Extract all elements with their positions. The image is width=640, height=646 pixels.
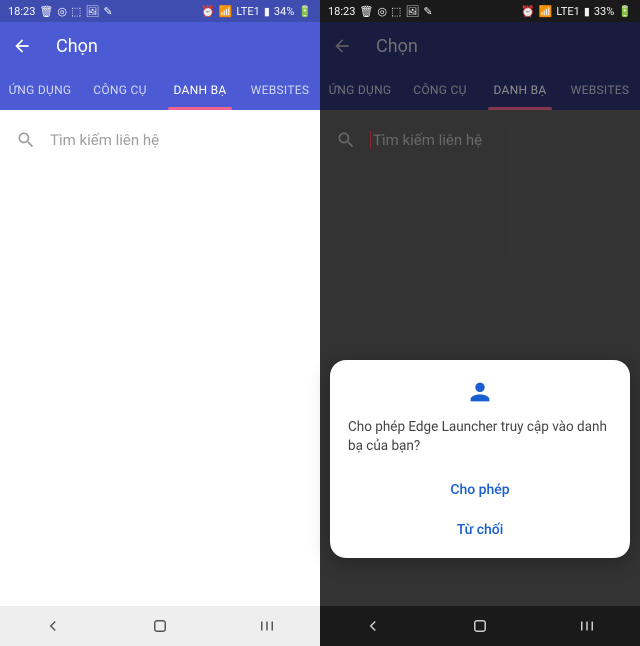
permission-dialog: Cho phép Edge Launcher truy cập vào danh…	[330, 360, 630, 558]
search-row[interactable]: Tìm kiếm liên hệ	[0, 116, 320, 164]
battery-icon: 🔋	[298, 5, 312, 18]
signal-icon: ▮	[264, 5, 270, 18]
battery-text: 34%	[274, 5, 294, 18]
nav-home[interactable]	[147, 613, 173, 639]
status-indicator-icon: ⬚	[71, 5, 81, 18]
wifi-icon: 📶	[219, 5, 233, 18]
nav-home[interactable]	[467, 613, 493, 639]
app-bar: Chọn	[0, 22, 320, 70]
dialog-deny-button[interactable]: Từ chối	[348, 510, 612, 550]
image-icon: 🖼	[85, 5, 99, 18]
lte-indicator: LTE1	[556, 5, 579, 18]
trash-icon: 🗑	[39, 5, 53, 18]
pencil-icon: ✎	[423, 5, 432, 18]
nav-bar	[320, 606, 640, 646]
nav-bar	[0, 606, 320, 646]
dialog-message: Cho phép Edge Launcher truy cập vào danh…	[348, 418, 612, 456]
arrow-left-icon	[12, 36, 32, 56]
status-indicator-icon: ⬚	[391, 5, 401, 18]
appbar-title: Chọn	[56, 36, 98, 57]
tab-contacts[interactable]: DANH BẠ	[160, 70, 240, 110]
lte-indicator: LTE1	[236, 5, 259, 18]
tab-bar: ỨNG DỤNG CÔNG CỤ DANH BẠ WEBSITES	[0, 70, 320, 110]
content-area	[0, 164, 320, 606]
screen-left: 18:23 🗑 ◎ ⬚ 🖼 ✎ ⏰ 📶 LTE1 ▮ 34% 🔋 Chọn ỨN…	[0, 0, 320, 646]
pencil-icon: ✎	[103, 5, 112, 18]
trash-icon: 🗑	[359, 5, 373, 18]
battery-text: 33%	[594, 5, 614, 18]
tab-websites[interactable]: WEBSITES	[240, 70, 320, 110]
battery-icon: 🔋	[618, 5, 632, 18]
search-icon	[16, 130, 36, 150]
alarm-icon: ⏰	[521, 5, 535, 18]
person-icon	[466, 378, 494, 406]
signal-icon: ▮	[584, 5, 590, 18]
back-button[interactable]	[12, 36, 32, 56]
status-bar: 18:23 🗑 ◎ ⬚ 🖼 ✎ ⏰ 📶 LTE1 ▮ 34% 🔋	[0, 0, 320, 22]
dialog-allow-button[interactable]: Cho phép	[348, 470, 612, 510]
screen-right: 18:23 🗑 ◎ ⬚ 🖼 ✎ ⏰ 📶 LTE1 ▮ 33% 🔋 Chọn ỨN…	[320, 0, 640, 646]
nav-back[interactable]	[360, 613, 386, 639]
search-placeholder: Tìm kiếm liên hệ	[50, 131, 159, 149]
tab-apps[interactable]: ỨNG DỤNG	[0, 70, 80, 110]
network-icon: ◎	[57, 5, 67, 18]
alarm-icon: ⏰	[201, 5, 215, 18]
nav-recent[interactable]	[574, 613, 600, 639]
tab-tools[interactable]: CÔNG CỤ	[80, 70, 160, 110]
status-bar: 18:23 🗑 ◎ ⬚ 🖼 ✎ ⏰ 📶 LTE1 ▮ 33% 🔋	[320, 0, 640, 22]
network-icon: ◎	[377, 5, 387, 18]
status-time: 18:23	[8, 5, 35, 18]
image-icon: 🖼	[405, 5, 419, 18]
wifi-icon: 📶	[539, 5, 553, 18]
status-time: 18:23	[328, 5, 355, 18]
nav-back[interactable]	[40, 613, 66, 639]
nav-recent[interactable]	[254, 613, 280, 639]
